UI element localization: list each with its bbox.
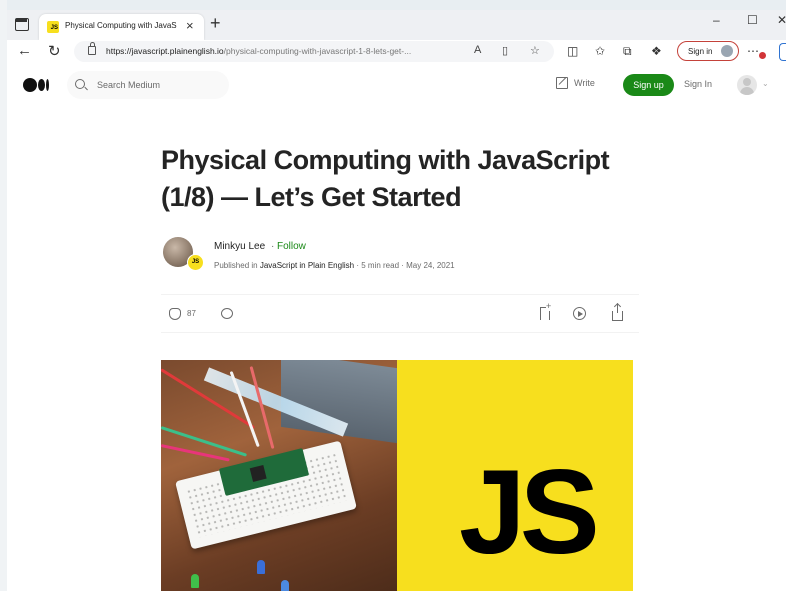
author-name[interactable]: Minkyu Lee [214, 241, 265, 252]
extensions-icon[interactable]: ❖ [651, 44, 662, 58]
search-icon [75, 79, 85, 89]
back-arrow-icon[interactable]: ← [17, 42, 32, 59]
publication-link[interactable]: JavaScript in Plain English [260, 261, 354, 270]
profile-sign-in-button[interactable]: Sign in [677, 41, 739, 61]
reader-view-icon[interactable]: ▯ [502, 44, 508, 57]
led-graphic [191, 574, 199, 588]
publication-avatar[interactable]: JS [187, 254, 204, 271]
collections-icon[interactable]: ⧉ [623, 44, 632, 59]
hero-photo-breadboard [161, 360, 397, 591]
address-toolbar: ← ↻ https://javascript.plainenglish.io/p… [7, 40, 786, 64]
clap-count[interactable]: 87 [187, 309, 196, 318]
sidebar-copilot-icon[interactable] [779, 43, 786, 61]
divider [161, 332, 639, 333]
new-tab-button[interactable]: + [210, 13, 221, 34]
favorite-star-icon[interactable]: ☆ [530, 44, 540, 57]
article-hero-image: JS [161, 360, 633, 591]
split-screen-icon[interactable]: ◫ [567, 44, 578, 58]
comment-icon[interactable] [221, 308, 233, 319]
sign-up-button[interactable]: Sign up [623, 74, 674, 96]
read-aloud-icon[interactable]: A [474, 44, 481, 56]
write-button[interactable]: Write [556, 77, 595, 89]
profile-avatar-icon [721, 45, 733, 57]
lock-icon[interactable] [88, 42, 96, 55]
medium-logo[interactable] [23, 78, 53, 92]
maximize-button[interactable]: ☐ [747, 13, 758, 27]
separator-dot: · [271, 241, 275, 252]
search-input[interactable]: Search Medium [97, 80, 160, 90]
notification-badge-icon [759, 52, 766, 59]
led-graphic [257, 560, 265, 574]
clap-icon[interactable] [169, 308, 181, 320]
tab-strip: JS Physical Computing with JavaScript × … [7, 10, 786, 40]
profile-sign-in-label: Sign in [688, 47, 713, 56]
listen-play-icon[interactable] [573, 307, 586, 320]
article-meta: Published in JavaScript in Plain English… [214, 261, 455, 270]
read-time: 5 min read [361, 261, 400, 270]
js-favicon-icon: JS [47, 21, 59, 33]
close-window-button[interactable]: ✕ [777, 13, 786, 27]
browser-window: JS Physical Computing with JavaScript × … [0, 0, 786, 591]
follow-button[interactable]: Follow [277, 241, 306, 252]
more-menu-icon[interactable]: ⋯ [747, 44, 759, 58]
write-icon [556, 77, 568, 89]
sign-in-link[interactable]: Sign In [684, 79, 712, 89]
divider [161, 294, 639, 295]
url-text[interactable]: https://javascript.plainenglish.io/physi… [106, 46, 446, 56]
js-logo-text: JS [459, 445, 600, 579]
share-icon[interactable] [612, 304, 623, 321]
refresh-icon[interactable]: ↻ [48, 42, 61, 60]
chevron-down-icon[interactable]: ⌄ [762, 79, 769, 88]
user-avatar[interactable] [737, 75, 757, 95]
search-box[interactable]: Search Medium [67, 71, 229, 99]
favorites-icon[interactable]: ✩ [595, 44, 605, 58]
write-label: Write [574, 78, 595, 88]
tab-actions-icon[interactable] [15, 18, 29, 31]
tab-title: Physical Computing with JavaScript [65, 21, 177, 30]
hero-js-logo: JS [397, 360, 633, 591]
close-tab-icon[interactable]: × [186, 18, 194, 33]
address-bar[interactable]: https://javascript.plainenglish.io/physi… [74, 41, 554, 62]
led-graphic [281, 580, 289, 591]
webpage: Search Medium Write Sign up Sign In ⌄ Ph… [7, 64, 786, 591]
bookmark-add-icon[interactable] [540, 301, 552, 320]
browser-tab[interactable]: JS Physical Computing with JavaScript × [39, 14, 204, 40]
publish-date: May 24, 2021 [406, 261, 455, 270]
minimize-button[interactable]: – [713, 13, 720, 27]
window-edge [0, 0, 7, 591]
published-in-label: Published in [214, 261, 260, 270]
article-title: Physical Computing with JavaScript (1/8)… [161, 145, 610, 212]
